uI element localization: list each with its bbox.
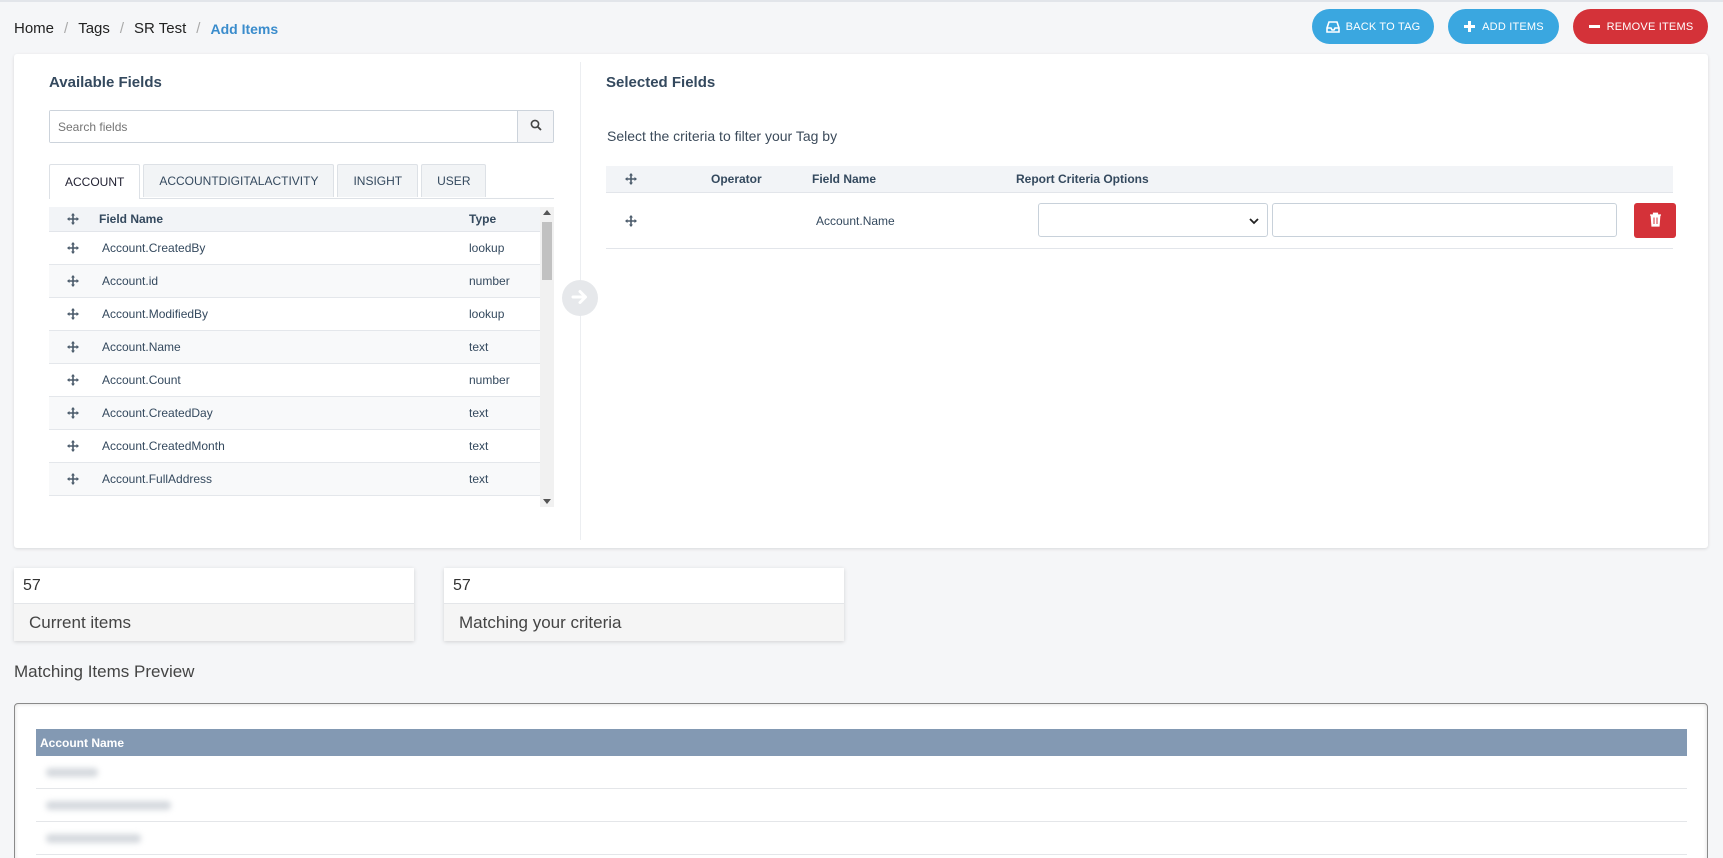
- field-name: Account.Name: [102, 340, 181, 354]
- table-row: Account.Name: [606, 193, 1676, 249]
- chevron-down-icon: [1249, 215, 1259, 229]
- redacted-text: [46, 800, 171, 810]
- tab-insight[interactable]: INSIGHT: [337, 164, 419, 197]
- breadcrumb-separator: /: [64, 20, 69, 37]
- current-items-label: Current items: [14, 604, 414, 641]
- available-fields-title: Available Fields: [49, 74, 162, 91]
- field-name: Account.Count: [102, 373, 181, 387]
- matching-items-label: Matching your criteria: [444, 604, 844, 641]
- field-name: Account.CreatedBy: [102, 241, 206, 255]
- table-header: Field Name Type: [49, 207, 554, 232]
- add-items-button[interactable]: ADD ITEMS: [1448, 9, 1559, 44]
- move-icon[interactable]: [49, 407, 96, 419]
- preview-title: Matching Items Preview: [14, 662, 195, 681]
- field-name: Account.id: [102, 274, 159, 288]
- inbox-icon: [1325, 20, 1340, 33]
- plus-icon: [1463, 20, 1476, 33]
- move-icon[interactable]: [49, 275, 96, 287]
- breadcrumb-separator: /: [196, 20, 201, 37]
- table-row: [36, 789, 1687, 822]
- selected-fields-title: Selected Fields: [606, 74, 716, 91]
- move-icon[interactable]: [49, 308, 96, 320]
- field-name: Account.ModifiedBy: [102, 307, 209, 321]
- field-name: Account.CreatedDay: [102, 406, 213, 420]
- search-icon: [530, 119, 542, 134]
- search-button[interactable]: [517, 111, 553, 142]
- back-to-tag-button[interactable]: BACK TO TAG: [1312, 9, 1434, 44]
- breadcrumb-sr-test[interactable]: SR Test: [134, 20, 186, 37]
- table-row[interactable]: Account.CreatedDay text: [49, 397, 554, 430]
- table-row[interactable]: Account.FullAddress text: [49, 463, 554, 496]
- criteria-value-input[interactable]: [1272, 203, 1617, 237]
- field-name: Account.CreatedMonth: [102, 439, 225, 453]
- table-row[interactable]: Account.ModifiedBy lookup: [49, 298, 554, 331]
- fields-panel: Available Fields ACCOUNT ACCOUNTDIGITALA…: [14, 54, 1708, 548]
- table-header: Operator Field Name Report Criteria Opti…: [606, 166, 1673, 193]
- trash-icon: [1649, 212, 1662, 230]
- table-row: [36, 822, 1687, 855]
- move-icon: [49, 213, 96, 225]
- field-name: Account.FullAddress: [102, 472, 213, 486]
- fields-scrollbar[interactable]: [540, 207, 554, 507]
- available-fields-table: Field Name Type Account.CreatedBy lookup…: [49, 207, 554, 507]
- table-row[interactable]: Account.Name text: [49, 331, 554, 364]
- minus-icon: [1588, 20, 1601, 33]
- arrow-right-icon: [570, 287, 590, 310]
- scroll-up-icon[interactable]: [543, 210, 551, 215]
- preview-panel: Account Name: [14, 703, 1708, 858]
- field-tabs: ACCOUNT ACCOUNTDIGITALACTIVITY INSIGHT U…: [49, 164, 554, 199]
- criteria-select[interactable]: [1038, 203, 1268, 237]
- tab-account[interactable]: ACCOUNT: [49, 164, 141, 199]
- column-report-criteria: Report Criteria Options: [1016, 172, 1149, 186]
- selected-fields-table: Operator Field Name Report Criteria Opti…: [606, 166, 1676, 249]
- tab-user[interactable]: USER: [421, 164, 487, 197]
- column-account-name: Account Name: [36, 729, 1687, 756]
- table-row[interactable]: Account.Count number: [49, 364, 554, 397]
- current-items-card: 57 Current items: [14, 568, 414, 641]
- breadcrumb-tags[interactable]: Tags: [78, 20, 110, 37]
- back-to-tag-label: BACK TO TAG: [1345, 20, 1421, 33]
- tab-accountdigitalactivity[interactable]: ACCOUNTDIGITALACTIVITY: [143, 164, 335, 197]
- redacted-text: [46, 767, 98, 777]
- move-icon[interactable]: [49, 473, 96, 485]
- search-box: [49, 110, 554, 143]
- matching-items-count: 57: [444, 568, 844, 604]
- column-field-name: Field Name: [812, 172, 877, 186]
- column-field-name: Field Name: [99, 212, 164, 226]
- breadcrumb: Home / Tags / SR Test / Add Items: [14, 20, 278, 37]
- top-border: [0, 0, 1723, 2]
- preview-table: Account Name: [36, 729, 1687, 855]
- selected-field-name: Account.Name: [816, 213, 895, 228]
- delete-row-button[interactable]: [1634, 203, 1676, 238]
- current-items-count: 57: [14, 568, 414, 604]
- scroll-thumb[interactable]: [542, 222, 552, 280]
- remove-items-label: REMOVE ITEMS: [1606, 20, 1694, 33]
- move-icon[interactable]: [49, 341, 96, 353]
- breadcrumb-separator: /: [119, 20, 125, 37]
- move-icon[interactable]: [49, 440, 96, 452]
- criteria-instruction: Select the criteria to filter your Tag b…: [607, 128, 838, 144]
- breadcrumb-current: Add Items: [210, 20, 279, 37]
- move-icon: [606, 173, 656, 185]
- matching-items-card: 57 Matching your criteria: [444, 568, 844, 641]
- search-input[interactable]: [50, 111, 517, 142]
- table-row[interactable]: Account.CreatedMonth text: [49, 430, 554, 463]
- add-items-label: ADD ITEMS: [1482, 20, 1544, 33]
- breadcrumb-home[interactable]: Home: [14, 20, 54, 37]
- move-right-button[interactable]: [562, 280, 598, 316]
- remove-items-button[interactable]: REMOVE ITEMS: [1573, 9, 1708, 44]
- column-operator: Operator: [711, 172, 762, 186]
- table-row[interactable]: Account.id number: [49, 265, 554, 298]
- table-row[interactable]: Account.CreatedBy lookup: [49, 232, 554, 265]
- move-icon[interactable]: [49, 242, 96, 254]
- scroll-down-icon[interactable]: [543, 499, 551, 504]
- move-icon[interactable]: [49, 374, 96, 386]
- redacted-text: [46, 833, 141, 843]
- move-icon[interactable]: [606, 214, 656, 227]
- table-row: [36, 756, 1687, 789]
